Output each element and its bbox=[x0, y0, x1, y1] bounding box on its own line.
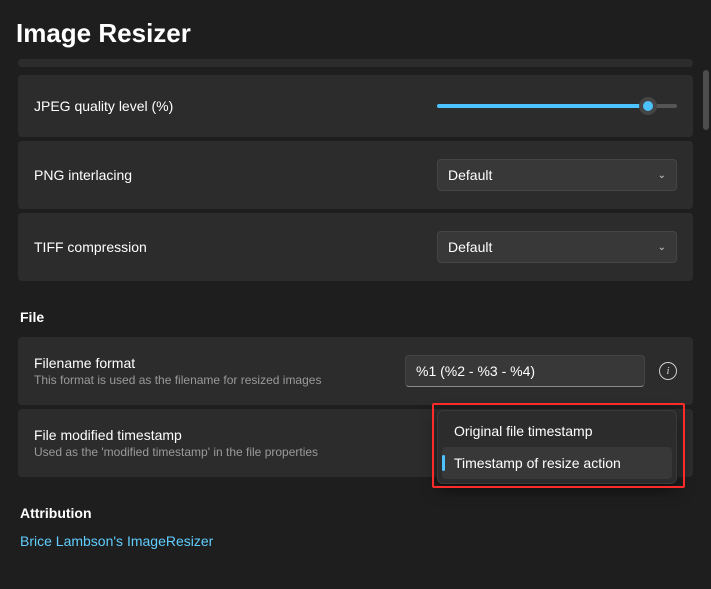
timestamp-dropdown-menu: Original file timestamp Timestamp of res… bbox=[437, 410, 677, 484]
png-interlacing-row: PNG interlacing Default ⌄ bbox=[18, 141, 693, 209]
filename-format-row: Filename format This format is used as t… bbox=[18, 337, 693, 405]
tiff-compression-row: TIFF compression Default ⌄ bbox=[18, 213, 693, 281]
png-interlacing-dropdown[interactable]: Default ⌄ bbox=[437, 159, 677, 191]
filename-format-label: Filename format bbox=[34, 355, 405, 371]
info-icon[interactable]: i bbox=[659, 362, 677, 380]
attribution-link[interactable]: Brice Lambson's ImageResizer bbox=[20, 533, 693, 549]
filename-format-input[interactable]: %1 (%2 - %3 - %4) bbox=[405, 355, 645, 387]
dropdown-option-original[interactable]: Original file timestamp bbox=[442, 415, 672, 447]
page-title: Image Resizer bbox=[0, 0, 711, 59]
tiff-compression-value: Default bbox=[448, 239, 492, 255]
jpeg-quality-slider[interactable] bbox=[437, 104, 677, 108]
dropdown-option-resize-action[interactable]: Timestamp of resize action bbox=[442, 447, 672, 479]
jpeg-quality-label: JPEG quality level (%) bbox=[34, 98, 437, 114]
png-interlacing-value: Default bbox=[448, 167, 492, 183]
filename-format-value: %1 (%2 - %3 - %4) bbox=[416, 363, 535, 379]
jpeg-quality-row: JPEG quality level (%) bbox=[18, 75, 693, 137]
vertical-scrollbar[interactable] bbox=[703, 70, 709, 130]
partial-row-top bbox=[18, 59, 693, 67]
chevron-down-icon: ⌄ bbox=[658, 170, 666, 181]
filename-format-desc: This format is used as the filename for … bbox=[34, 373, 405, 387]
tiff-compression-dropdown[interactable]: Default ⌄ bbox=[437, 231, 677, 263]
attribution-header: Attribution bbox=[20, 505, 693, 521]
slider-thumb[interactable] bbox=[639, 97, 657, 115]
chevron-down-icon: ⌄ bbox=[658, 242, 666, 253]
png-interlacing-label: PNG interlacing bbox=[34, 167, 437, 183]
file-section-header: File bbox=[20, 309, 693, 325]
tiff-compression-label: TIFF compression bbox=[34, 239, 437, 255]
